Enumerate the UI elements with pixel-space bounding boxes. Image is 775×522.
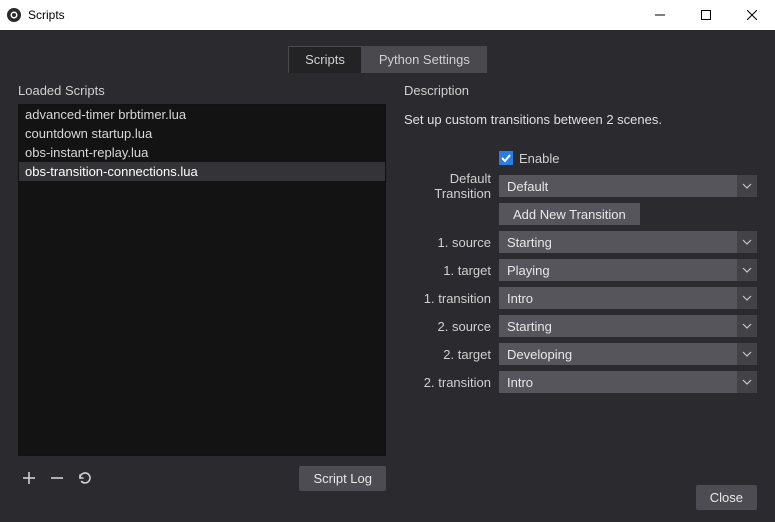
script-item[interactable]: countdown startup.lua [19,124,385,143]
chevron-down-icon [737,175,757,197]
enable-checkbox[interactable] [499,151,513,165]
reload-script-button[interactable] [74,467,96,489]
window-title: Scripts [28,8,637,22]
script-item-selected[interactable]: obs-transition-connections.lua [19,162,385,181]
app-icon [6,7,22,23]
transition1-label: 1. transition [404,291,499,306]
script-item[interactable]: advanced-timer brbtimer.lua [19,105,385,124]
close-window-button[interactable] [729,0,775,30]
source1-select[interactable]: Starting [499,231,757,253]
source2-label: 2. source [404,319,499,334]
script-item[interactable]: obs-instant-replay.lua [19,143,385,162]
chevron-down-icon [737,371,757,393]
target2-select[interactable]: Developing [499,343,757,365]
transition1-select[interactable]: Intro [499,287,757,309]
minimize-button[interactable] [637,0,683,30]
target1-select[interactable]: Playing [499,259,757,281]
titlebar: Scripts [0,0,775,30]
default-transition-label: Default Transition [404,171,499,201]
chevron-down-icon [737,259,757,281]
chevron-down-icon [737,287,757,309]
transition2-label: 2. transition [404,375,499,390]
description-label: Description [404,83,757,98]
loaded-scripts-label: Loaded Scripts [18,83,386,98]
source2-select[interactable]: Starting [499,315,757,337]
target2-label: 2. target [404,347,499,362]
source1-label: 1. source [404,235,499,250]
remove-script-button[interactable] [46,467,68,489]
enable-label: Enable [519,151,559,166]
chevron-down-icon [737,315,757,337]
description-text: Set up custom transitions between 2 scen… [404,112,757,127]
maximize-button[interactable] [683,0,729,30]
add-script-button[interactable] [18,467,40,489]
script-list[interactable]: advanced-timer brbtimer.lua countdown st… [18,104,386,456]
chevron-down-icon [737,343,757,365]
target1-label: 1. target [404,263,499,278]
tab-scripts[interactable]: Scripts [288,46,362,73]
add-new-transition-button[interactable]: Add New Transition [499,203,640,225]
tab-python-settings[interactable]: Python Settings [362,46,487,73]
tab-bar: Scripts Python Settings [0,46,775,73]
close-button[interactable]: Close [696,485,757,510]
script-log-button[interactable]: Script Log [299,466,386,491]
transition2-select[interactable]: Intro [499,371,757,393]
chevron-down-icon [737,231,757,253]
default-transition-select[interactable]: Default [499,175,757,197]
